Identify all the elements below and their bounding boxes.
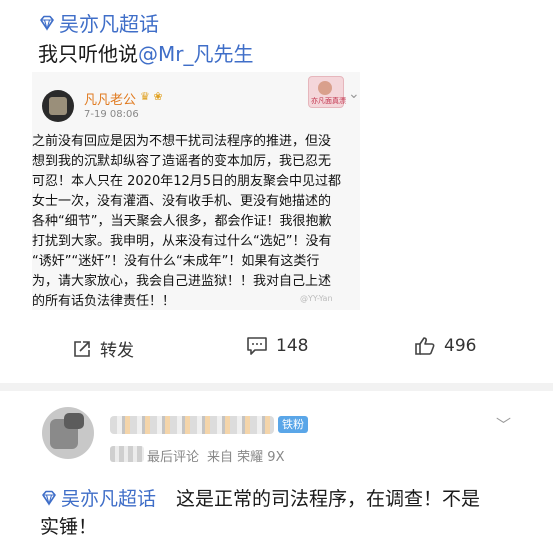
comment-button[interactable]: 148 xyxy=(246,336,308,356)
quoted-post-body: 之前没有回应是因为不想干扰司法程序的推进，但没 想到我的沉默却纵容了造谣者的变本… xyxy=(32,132,354,310)
super-topic-diamond-icon xyxy=(40,15,54,31)
comment-meta-suffix: 最后评论 xyxy=(147,450,200,465)
commenter-avatar[interactable] xyxy=(42,407,94,459)
quoted-timestamp: 7-19 08:06 xyxy=(84,109,139,120)
topic-link[interactable]: 吴亦凡超话 xyxy=(38,8,159,37)
comment-icon xyxy=(247,337,267,355)
body-line: “诱奸”“迷奸”！没有什么“未成年”！如果有这类行 xyxy=(32,254,320,269)
body-line: 想到我的沉默却纵容了造谣者的变本加厉，我已忍无 xyxy=(32,154,332,169)
quoted-author-name[interactable]: 凡凡老公 xyxy=(84,89,136,108)
super-topic-diamond-icon xyxy=(42,490,56,506)
like-button[interactable]: 496 xyxy=(414,336,476,356)
vip-badge-icons: ♛ ❀ xyxy=(140,90,163,103)
section-divider xyxy=(0,383,553,391)
body-line: 打扰到大家。我申明，从来没有过什么“选妃”！没有 xyxy=(32,234,332,249)
action-bar: 转发 148 496 xyxy=(0,336,553,370)
iron-fan-badge: 铁粉 xyxy=(278,416,308,433)
body-line: 之前没有回应是因为不想干扰司法程序的推进，但没 xyxy=(32,134,332,149)
comment-source-prefix: 来自 xyxy=(207,450,234,465)
image-watermark: @YY-Yan xyxy=(300,294,333,303)
body-line: 女士一次，没有灌酒、没有收手机、更没有她描述的 xyxy=(32,194,332,209)
blurred-meta xyxy=(110,446,144,462)
post-text: 我只听他说@Mr_凡先生 xyxy=(38,38,253,67)
body-line: 为，请大家放心，我会自己进监狱！！我对自己上述 xyxy=(32,274,332,289)
fan-sticker-image: 亦凡面真漂 xyxy=(308,76,346,108)
post-text-prefix: 我只听他说 xyxy=(38,42,138,66)
mention-link[interactable]: @Mr_凡先生 xyxy=(138,42,253,66)
blurred-username[interactable] xyxy=(110,416,274,434)
repost-label: 转发 xyxy=(100,341,134,361)
body-line: 可忍！本人只在 2020年12月5日的朋友聚会中见过都 xyxy=(32,174,342,189)
thumbs-up-icon xyxy=(415,337,435,355)
comment-meta: 最后评论 来自 荣耀 9X xyxy=(147,446,284,465)
chevron-down-icon[interactable]: ﹀ xyxy=(496,414,511,435)
avatar[interactable] xyxy=(42,90,74,122)
like-count: 496 xyxy=(444,336,477,356)
sticker-caption: 亦凡面真漂 xyxy=(311,97,346,105)
comment-device: 荣耀 9X xyxy=(237,450,285,465)
body-line: 各种“细节”，当天聚会人很多，都会作证！我很抱歉 xyxy=(32,214,332,229)
comment-text-continued: 实锤！ xyxy=(40,516,98,538)
comment-text: 这是正常的司法程序，在调查！不是 xyxy=(176,488,481,510)
comment-topic-link[interactable]: 吴亦凡超话 xyxy=(40,484,156,511)
chevron-down-icon[interactable]: ⌄ xyxy=(348,86,360,102)
comment-count: 148 xyxy=(276,336,309,356)
repost-button[interactable]: 转发 xyxy=(72,336,134,361)
quoted-post-image[interactable]: 凡凡老公 ♛ ❀ 7-19 08:06 亦凡面真漂 ⌄ 之前没有回应是因为不想干… xyxy=(32,72,360,310)
repost-icon xyxy=(74,340,90,357)
comment-topic-label: 吴亦凡超话 xyxy=(61,488,157,510)
topic-label: 吴亦凡超话 xyxy=(59,12,159,36)
